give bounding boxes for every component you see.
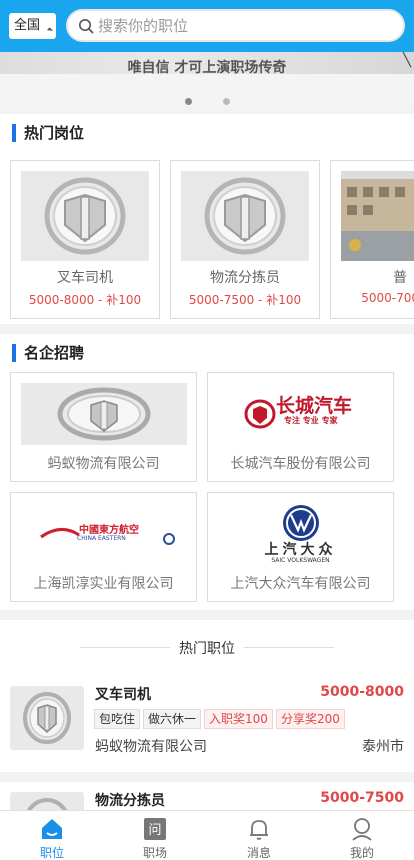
- app-root: 全国 唯自信 才可上演职场传奇 ╲ 热门岗位: [0, 0, 414, 860]
- company-logo-subtext: SAIC VOLKSWAGEN: [271, 557, 330, 564]
- company-logo-icon: [21, 383, 187, 445]
- job-salary: 5000-7500 - 补100: [188, 293, 302, 307]
- bell-icon: [250, 820, 268, 840]
- job-pay: 5000-7500: [320, 790, 404, 806]
- carousel-dot[interactable]: [185, 98, 192, 105]
- tab-label: 职场: [142, 846, 167, 860]
- job-salary: 5000-8000 - 补100: [28, 293, 142, 307]
- tab-label: 职位: [39, 846, 64, 860]
- job-list-item[interactable]: 叉车司机 5000-8000 包吃住 做六休一 入职奖100 分享奖200 蚂蚁物流有…: [0, 680, 414, 772]
- tab-workplace[interactable]: 问 职场: [103, 811, 207, 860]
- hot-positions-header: 热门职位: [0, 620, 414, 680]
- company-name: 蚂蚁物流有限公司: [47, 456, 160, 472]
- company-name: 上汽大众汽车有限公司: [230, 576, 371, 592]
- top-bar: 全国: [0, 0, 414, 52]
- company-logo-icon: [181, 171, 309, 261]
- company-card[interactable]: 长城汽车 专注 专业 专家 长城汽车股份有限公司: [207, 372, 394, 482]
- section-title: 热门岗位: [12, 124, 84, 142]
- company-logo-icon: [21, 171, 149, 261]
- job-name: 物流分拣员: [210, 270, 280, 286]
- job-salary: 5000-700: [361, 291, 414, 305]
- city-selector[interactable]: 全国: [9, 13, 56, 39]
- tab-label: 我的: [349, 846, 374, 860]
- job-tags: 包吃住 做六休一 入职奖100 分享奖200: [94, 708, 348, 729]
- carousel-dots: [185, 90, 261, 106]
- company-logo-text: 中國東方航空: [79, 525, 139, 536]
- banner-slogan: 唯自信 才可上演职场传奇: [127, 60, 287, 76]
- search-box[interactable]: [66, 9, 405, 42]
- building-photo-icon: [341, 171, 414, 261]
- banner-carousel[interactable]: 唯自信 才可上演职场传奇 ╲: [0, 52, 414, 106]
- job-title: 物流分拣员: [95, 793, 165, 809]
- question-icon: 问: [144, 818, 166, 840]
- company-card[interactable]: 中國東方航空 CHINA EASTERN 上海凯淳实业有限公司: [10, 492, 197, 602]
- company-logo-subtext: CHINA EASTERN: [77, 535, 126, 542]
- tab-jobs[interactable]: 职位: [0, 811, 104, 860]
- job-bonus-tag: 分享奖200: [275, 709, 345, 729]
- company-logo-subtext: 专注 专业 专家: [284, 416, 338, 425]
- companies-section: 名企招聘 蚂蚁物流有限公司 长城汽车 专注 专业 专家 长城汽车股份有限公司 中…: [0, 334, 414, 610]
- job-company: 蚂蚁物流有限公司: [95, 739, 207, 755]
- list-title: 热门职位: [179, 641, 235, 657]
- job-tag: 做六休一: [143, 709, 202, 729]
- bottom-tab-bar: 职位 问 职场 消息 我的: [0, 810, 414, 860]
- company-card[interactable]: 蚂蚁物流有限公司: [10, 372, 197, 482]
- company-logo-text: 长城汽车: [276, 395, 353, 417]
- search-icon: [79, 19, 94, 34]
- job-title: 叉车司机: [95, 687, 151, 703]
- home-icon: [42, 819, 62, 839]
- job-city: 泰州市: [362, 739, 404, 755]
- job-tag: 包吃住: [94, 709, 141, 729]
- city-label: 全国: [14, 18, 41, 33]
- company-name: 上海凯淳实业有限公司: [33, 576, 174, 592]
- svg-text:问: 问: [148, 823, 161, 838]
- divider-line: [244, 647, 334, 648]
- hot-job-card[interactable]: 叉车司机 5000-8000 - 补100: [10, 160, 160, 319]
- caret-down-icon: [46, 27, 54, 34]
- job-thumb: [10, 686, 84, 750]
- tab-profile[interactable]: 我的: [310, 811, 414, 860]
- job-image: [181, 171, 309, 261]
- job-image: [341, 171, 414, 261]
- job-name: 叉车司机: [57, 270, 113, 286]
- job-bonus-tag: 入职奖100: [204, 709, 273, 729]
- section-title: 名企招聘: [12, 344, 84, 362]
- tab-messages[interactable]: 消息: [207, 811, 311, 860]
- banner-close-icon[interactable]: ╲: [403, 52, 411, 68]
- divider-line: [80, 647, 170, 648]
- hot-jobs-section: 热门岗位 叉车司机 5000-8000 - 补100 物流分拣员 5000-75…: [0, 114, 414, 324]
- search-input[interactable]: [98, 11, 388, 40]
- hot-job-card[interactable]: 普 5000-700: [330, 160, 414, 319]
- company-card[interactable]: 上汽大众 SAIC VOLKSWAGEN 上汽大众汽车有限公司: [207, 492, 394, 602]
- carousel-dot[interactable]: [223, 98, 230, 105]
- company-logo-icon: [23, 692, 71, 744]
- company-name: 长城汽车股份有限公司: [230, 456, 371, 472]
- job-image: [21, 171, 149, 261]
- job-pay: 5000-8000: [320, 684, 404, 700]
- company-logo-text: 上汽大众: [264, 542, 337, 558]
- job-name: 普: [393, 270, 407, 286]
- divider-title: 热门职位: [0, 638, 414, 658]
- hot-job-card[interactable]: 物流分拣员 5000-7500 - 补100: [170, 160, 320, 319]
- user-icon: [352, 818, 372, 841]
- tab-label: 消息: [246, 846, 271, 860]
